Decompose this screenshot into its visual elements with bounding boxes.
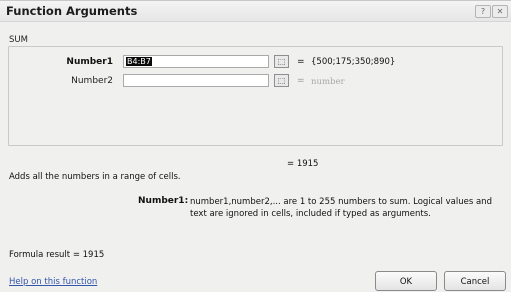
number2-input[interactable] (123, 74, 269, 87)
ok-button[interactable]: OK (375, 271, 437, 291)
function-result: = 1915 (287, 159, 319, 169)
help-link[interactable]: Help on this function (9, 277, 97, 287)
number2-result: number (311, 77, 345, 87)
number2-equals: = (297, 76, 305, 86)
number1-label: Number1 (66, 57, 113, 67)
number1-input[interactable]: B4:B7 (123, 55, 269, 68)
formula-result: Formula result = 1915 (9, 250, 105, 260)
dialog-title: Function Arguments (6, 4, 138, 18)
collapse-dialog-button-number2[interactable]: ⬚ (274, 74, 289, 87)
number2-label: Number2 (71, 76, 113, 86)
function-arguments-dialog: Function Arguments ? ✕ SUM Number1 B4:B7… (0, 0, 511, 292)
number1-result: {500;175;350;890} (311, 57, 396, 67)
title-bar: Function Arguments ? ✕ (0, 1, 511, 22)
function-name: SUM (9, 35, 28, 45)
arg-help-text: number1,number2,... are 1 to 255 numbers… (190, 197, 492, 219)
function-description: Adds all the numbers in a range of cells… (9, 172, 181, 182)
arg-help-label: Number1: (138, 196, 189, 206)
number1-equals: = (297, 57, 305, 67)
collapse-dialog-button-number1[interactable]: ⬚ (274, 55, 289, 68)
number1-input-value: B4:B7 (126, 57, 152, 66)
help-icon[interactable]: ? (475, 5, 491, 18)
close-icon[interactable]: ✕ (492, 5, 508, 18)
cancel-button[interactable]: Cancel (444, 271, 506, 291)
